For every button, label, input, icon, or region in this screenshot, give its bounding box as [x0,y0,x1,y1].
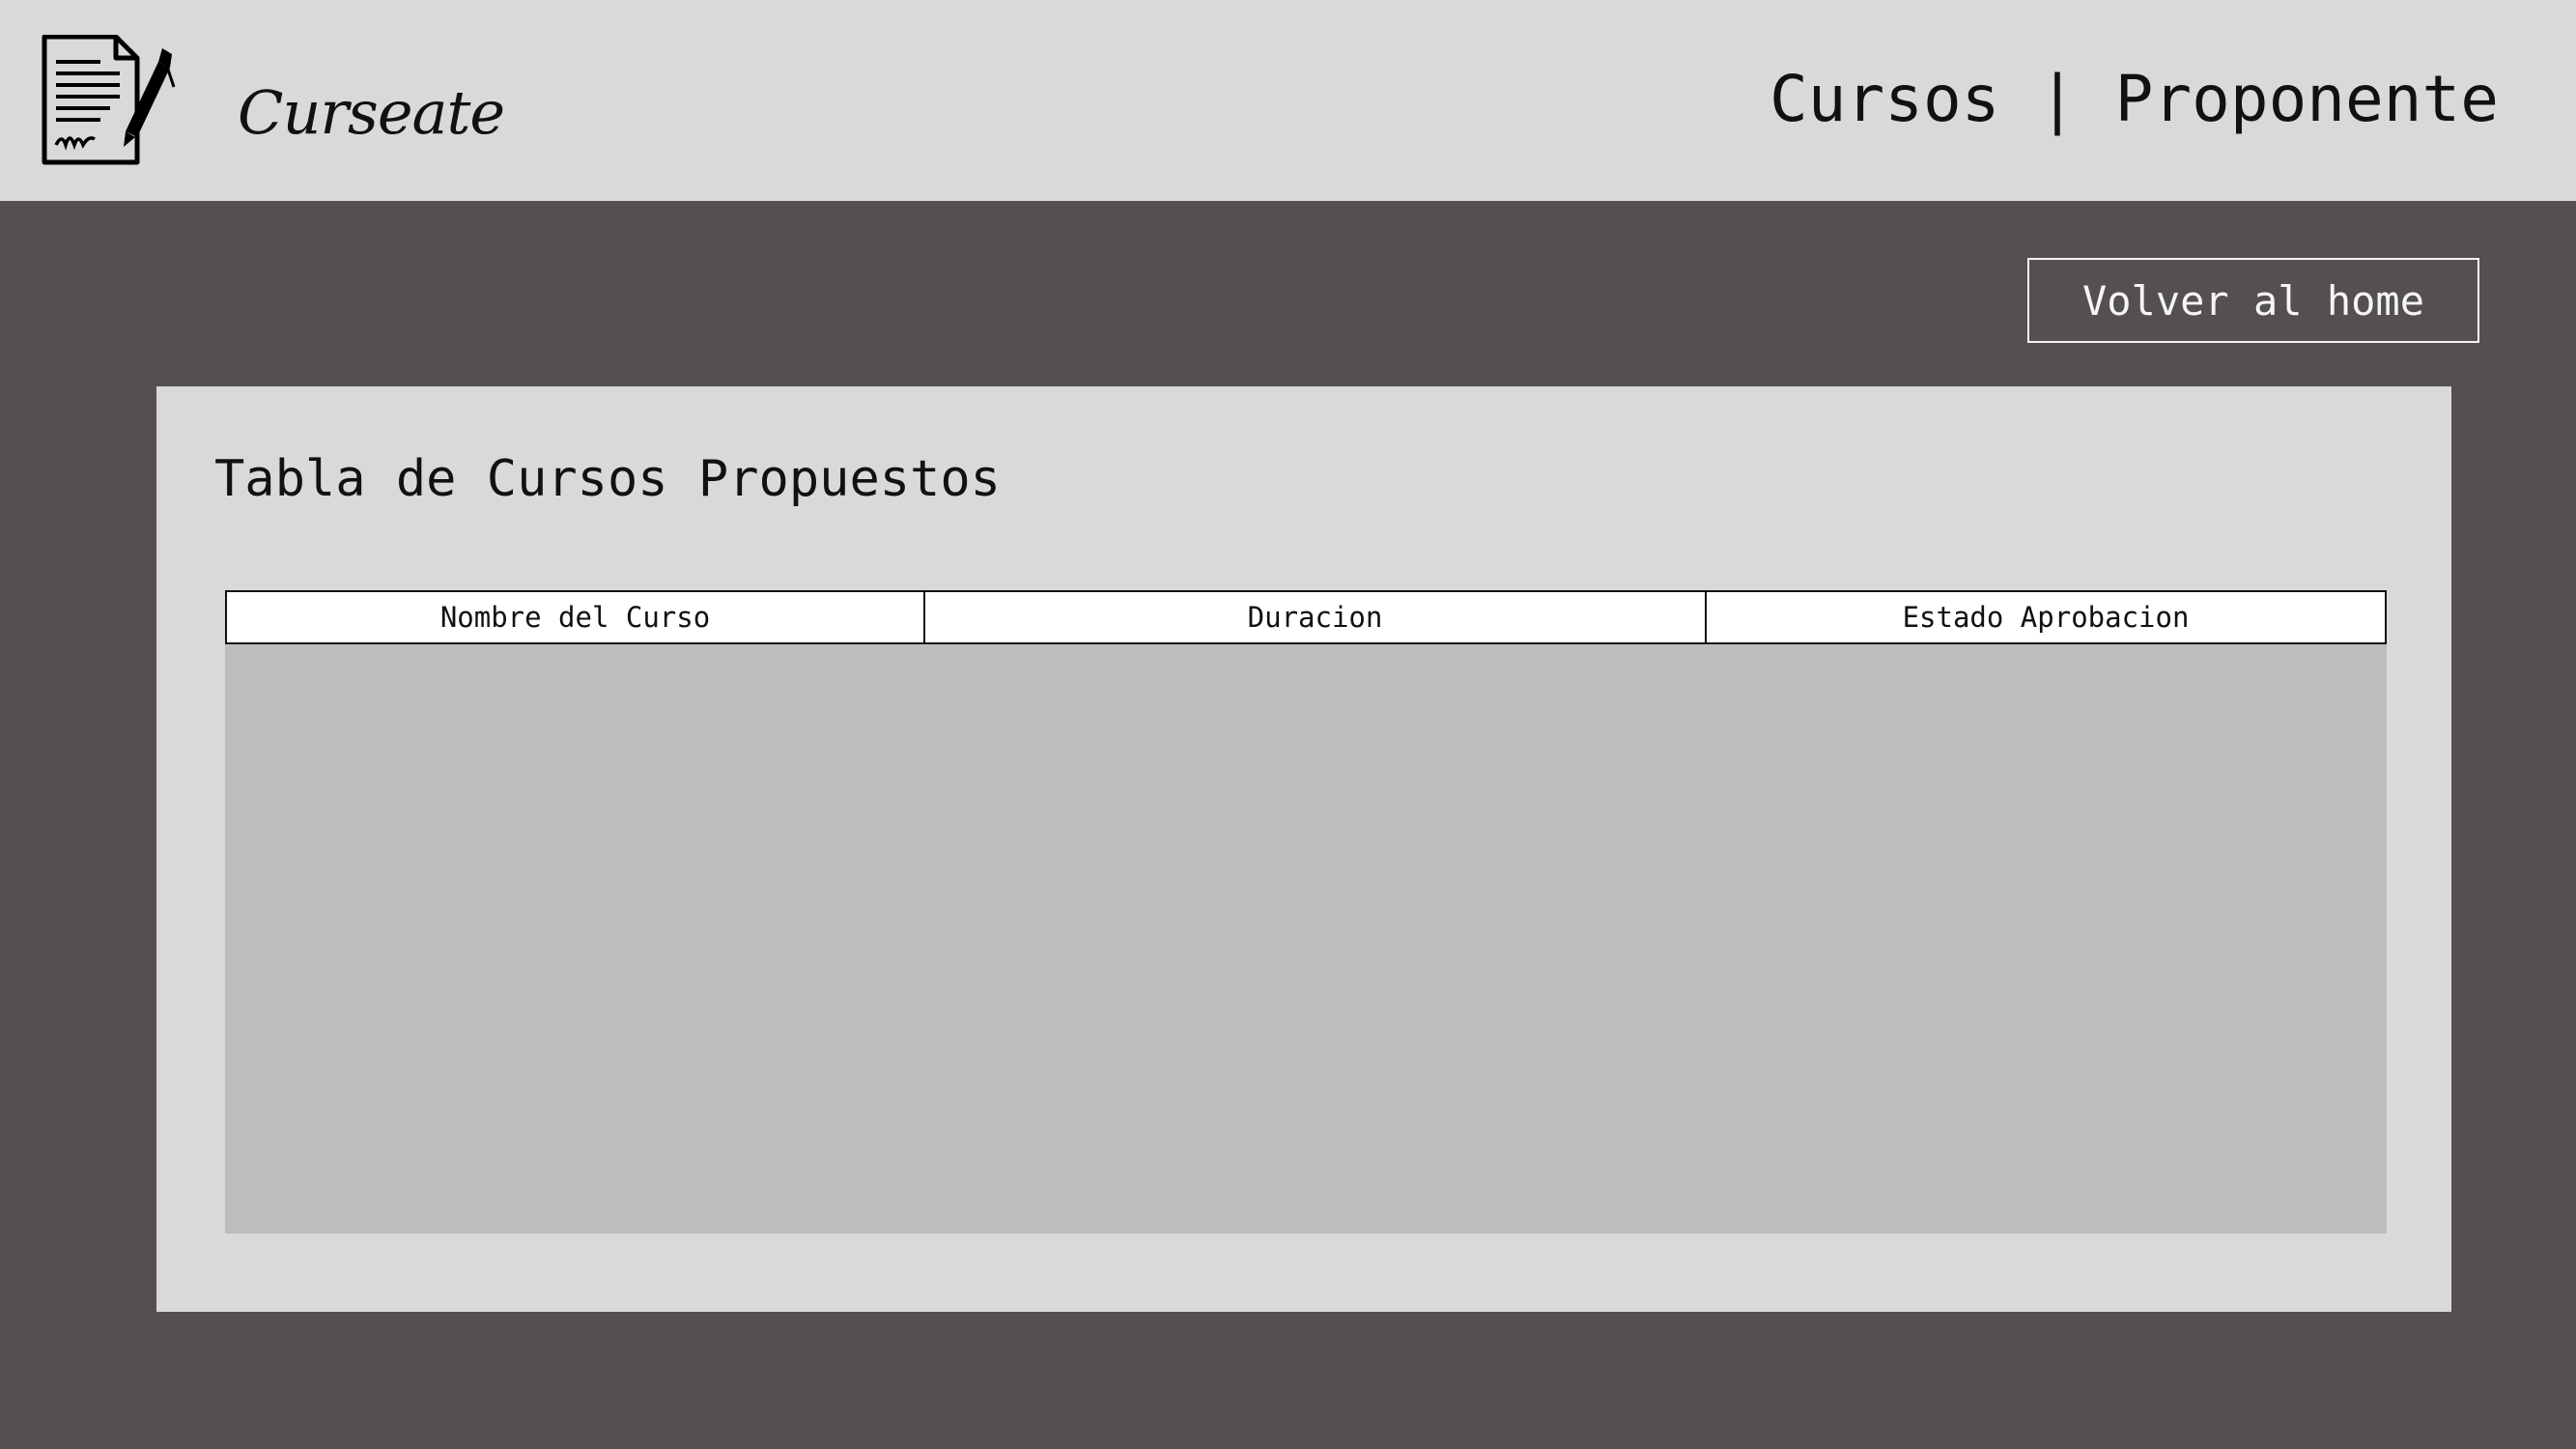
column-header-course-name[interactable]: Nombre del Curso [227,592,923,642]
column-header-approval-status[interactable]: Estado Aprobacion [1705,592,2385,642]
table-body [225,644,2387,1234]
proposed-courses-table: Nombre del Curso Duracion Estado Aprobac… [225,590,2387,1234]
courses-panel: Tabla de Cursos Propuestos Nombre del Cu… [156,386,2451,1312]
page-heading: Cursos | Proponente [1769,62,2499,136]
back-to-home-button[interactable]: Volver al home [2027,258,2479,343]
brand-name: Curseate [238,77,505,148]
panel-title: Tabla de Cursos Propuestos [214,450,1001,508]
column-header-duration[interactable]: Duracion [923,592,1705,642]
table-header: Nombre del Curso Duracion Estado Aprobac… [225,590,2387,644]
app-header: Curseate Cursos | Proponente [0,0,2576,201]
document-pen-icon [42,35,176,165]
